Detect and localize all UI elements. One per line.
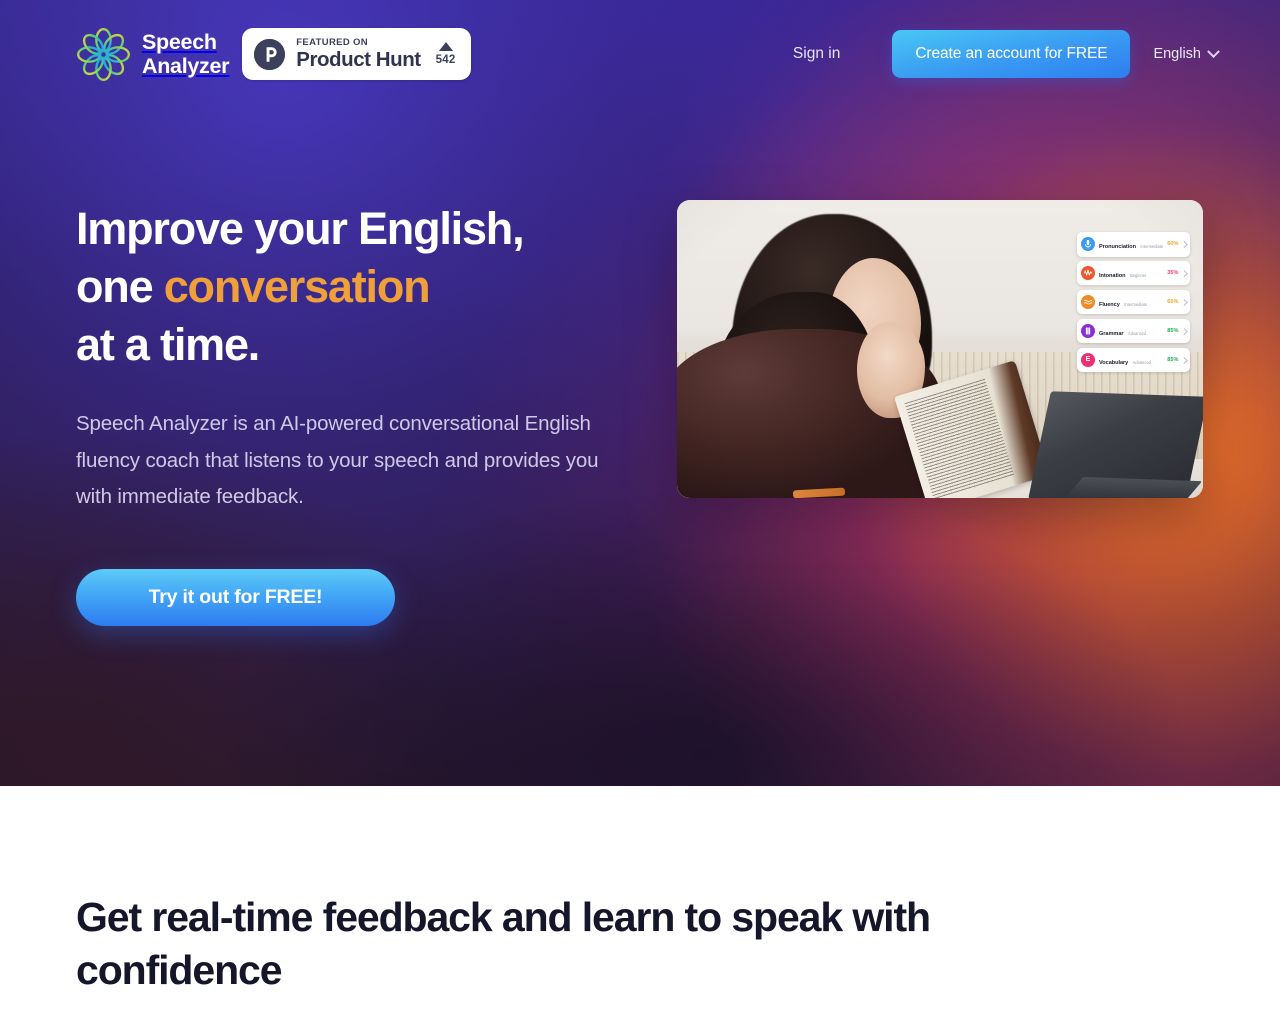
headline-line-2-prefix: one — [76, 260, 164, 312]
nav-actions: Sign in Create an account for FREE Engli… — [781, 30, 1220, 78]
list-item[interactable]: E Vocabulary Advanced 85% — [1077, 347, 1190, 373]
section-title: Get real-time feedback and learn to spea… — [76, 894, 931, 993]
language-selector[interactable]: English — [1153, 44, 1220, 62]
list-item[interactable]: Intonation Beginner 35% — [1077, 260, 1190, 286]
try-it-out-button[interactable]: Try it out for FREE! — [76, 568, 395, 626]
product-hunt-featured-label: FEATURED ON — [296, 36, 368, 48]
feedback-score-list: Pronunciation Intermediate 60% Intonatio… — [1077, 232, 1190, 373]
hero-headline: Improve your English, one conversation a… — [76, 200, 676, 373]
score-level: Advanced — [1127, 330, 1147, 336]
score-name: Vocabulary — [1099, 359, 1129, 366]
language-label: English — [1153, 46, 1201, 62]
chevron-right-icon — [1180, 327, 1187, 335]
brand-name: Speech Analyzer — [142, 29, 230, 78]
list-item[interactable]: Fluency Intermediate 65% — [1077, 289, 1190, 315]
wave-icon — [1081, 295, 1095, 310]
headline-line-1: Improve your English, — [76, 203, 525, 254]
microphone-icon — [1081, 237, 1095, 252]
score-level: Intermediate — [1124, 302, 1148, 308]
chevron-right-icon — [1180, 356, 1187, 363]
create-account-button[interactable]: Create an account for FREE — [892, 30, 1131, 78]
score-level: Advanced — [1132, 359, 1151, 365]
sign-in-link[interactable]: Sign in — [781, 37, 852, 71]
product-hunt-logo-icon — [254, 38, 286, 70]
product-hunt-vote-count: 542 — [435, 54, 456, 66]
headline-line-3: at a time. — [76, 318, 260, 370]
score-percent: 85% — [1167, 327, 1179, 334]
score-name: Pronunciation — [1099, 244, 1136, 251]
list-item[interactable]: Pronunciation Intermediate 60% — [1077, 232, 1190, 257]
book-icon — [1081, 323, 1095, 338]
hero-content: Improve your English, one conversation a… — [0, 108, 1280, 626]
hero-media-column: Pronunciation Intermediate 60% Intonatio… — [677, 200, 1203, 626]
hero-photo-card: Pronunciation Intermediate 60% Intonatio… — [677, 200, 1203, 498]
hero-section: Speech Analyzer FEATURED ON Product Hunt… — [0, 0, 1280, 786]
speech-analyzer-flower-logo-icon — [76, 27, 131, 82]
score-percent: 60% — [1167, 241, 1179, 248]
waveform-icon — [1081, 266, 1095, 281]
product-hunt-upvote-group[interactable]: 542 — [436, 42, 456, 66]
score-percent: 85% — [1167, 356, 1179, 363]
score-percent: 65% — [1167, 299, 1179, 306]
caret-up-icon — [438, 42, 453, 51]
hero-subheading: Speech Analyzer is an AI-powered convers… — [76, 412, 599, 508]
score-name: Fluency — [1099, 302, 1120, 309]
top-navigation-bar: Speech Analyzer FEATURED ON Product Hunt… — [0, 0, 1280, 108]
letter-e-icon: E — [1081, 352, 1095, 367]
product-hunt-title: Product Hunt — [296, 47, 421, 71]
chevron-right-icon — [1180, 298, 1187, 306]
hero-text-column: Improve your English, one conversation a… — [76, 200, 676, 626]
score-level: Beginner — [1129, 273, 1147, 279]
score-percent: 35% — [1167, 270, 1179, 277]
score-name: Grammar — [1099, 330, 1124, 337]
headline-accent-word: conversation — [163, 260, 431, 312]
chevron-right-icon — [1180, 241, 1187, 248]
brand-logo-link[interactable]: Speech Analyzer — [76, 27, 230, 82]
score-level: Intermediate — [1140, 244, 1164, 250]
product-hunt-badge[interactable]: FEATURED ON Product Hunt 542 — [242, 28, 472, 80]
list-item[interactable]: Grammar Advanced 85% — [1077, 318, 1190, 344]
chevron-down-icon — [1207, 44, 1220, 58]
score-name: Intonation — [1099, 273, 1126, 280]
features-intro-section: Get real-time feedback and learn to spea… — [0, 786, 1280, 1024]
chevron-right-icon — [1180, 269, 1187, 277]
